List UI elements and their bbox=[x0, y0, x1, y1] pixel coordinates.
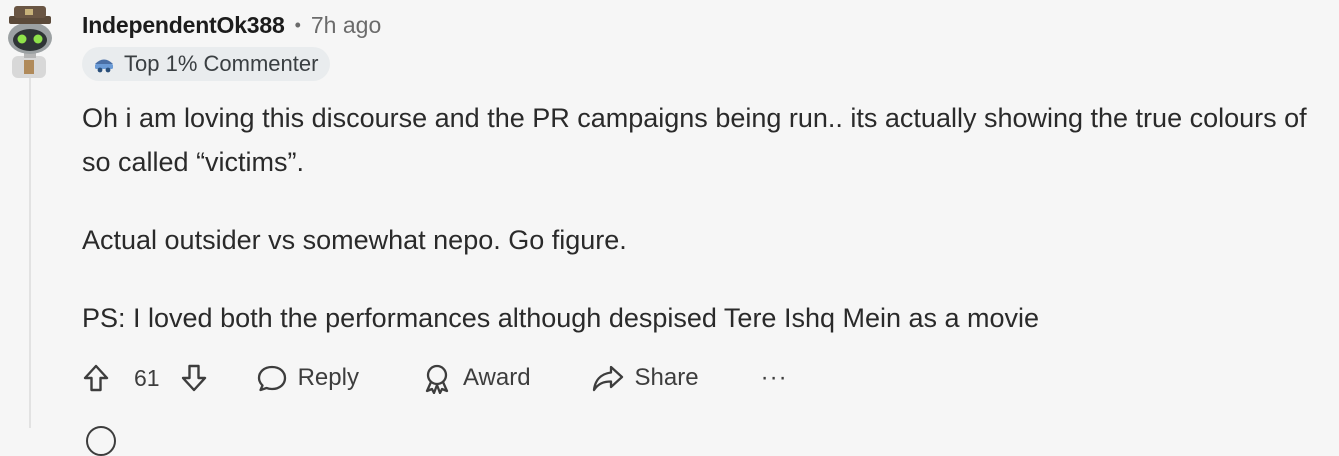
more-options-button[interactable]: ··· bbox=[761, 364, 788, 392]
comment-paragraph: Actual outsider vs somewhat nepo. Go fig… bbox=[82, 225, 627, 255]
award-button[interactable]: Award bbox=[421, 362, 531, 394]
share-label: Share bbox=[634, 364, 699, 391]
reply-button[interactable]: Reply bbox=[256, 363, 359, 393]
next-comment-avatar[interactable] bbox=[86, 426, 116, 456]
comment-header: IndependentOk388 • 7h ago bbox=[82, 8, 381, 42]
separator-dot: • bbox=[294, 14, 301, 35]
username-link[interactable]: IndependentOk388 bbox=[82, 12, 285, 39]
speech-bubble-icon bbox=[256, 363, 288, 393]
timestamp[interactable]: 7h ago bbox=[311, 12, 381, 39]
share-button[interactable]: Share bbox=[591, 363, 699, 393]
more-options-icon: ··· bbox=[760, 364, 788, 391]
avatar[interactable] bbox=[0, 4, 62, 78]
arrow-down-icon bbox=[181, 364, 206, 392]
avatar-image bbox=[8, 6, 52, 78]
comment-paragraph: PS: I loved both the performances althou… bbox=[82, 303, 1040, 333]
comment-body: Oh i am loving this discourse and the PR… bbox=[82, 96, 1322, 340]
comment-paragraph: Oh i am loving this discourse and the PR… bbox=[82, 103, 1307, 177]
comment-actions: 61 Reply Award Share ··· bbox=[82, 356, 788, 400]
commenter-badge-icon bbox=[92, 54, 116, 74]
downvote-button[interactable] bbox=[180, 363, 208, 393]
vote-count: 61 bbox=[134, 364, 160, 391]
award-ribbon-icon bbox=[421, 362, 453, 394]
thread-line[interactable] bbox=[29, 78, 31, 428]
share-arrow-icon bbox=[591, 363, 625, 393]
reply-label: Reply bbox=[297, 364, 359, 391]
upvote-button[interactable] bbox=[82, 363, 110, 393]
flair-label: Top 1% Commenter bbox=[124, 51, 319, 76]
user-flair: Top 1% Commenter bbox=[82, 47, 331, 81]
vote-group: 61 bbox=[82, 363, 208, 393]
award-label: Award bbox=[462, 364, 531, 391]
arrow-up-icon bbox=[83, 364, 109, 392]
